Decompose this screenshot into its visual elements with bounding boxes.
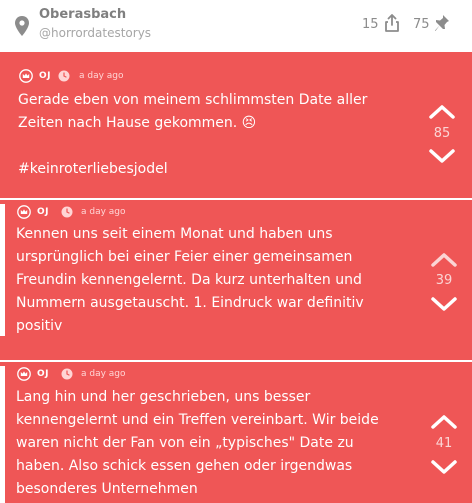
- channel-handle: @horrordatestorys: [39, 26, 152, 40]
- post-line: [18, 135, 367, 158]
- post-line: positiv: [16, 318, 63, 334]
- post-text: Kennen uns seit einem Monat und haben un…: [16, 223, 364, 338]
- post-author: OJ: [37, 369, 49, 379]
- post-line: Lang hin und her geschrieben, uns besser: [16, 389, 311, 405]
- thread-indicator-bar: [0, 366, 5, 503]
- location-pin-icon: [15, 16, 29, 36]
- post-card[interactable]: OJ a day ago Kennen uns seit einem Monat…: [0, 200, 472, 360]
- post-line: Zeiten nach Hause gekommen. 😣: [18, 115, 257, 131]
- vote-count: 41: [435, 436, 453, 451]
- post-time: a day ago: [81, 369, 126, 379]
- clock-icon: [61, 206, 73, 218]
- upvote-chevron-icon[interactable]: [430, 414, 458, 430]
- post-line: Nummern ausgetauscht. 1. Eindruck war de…: [16, 295, 364, 311]
- post-line: waren nicht der Fan von ein „typisches" …: [16, 435, 354, 451]
- clock-icon: [61, 368, 73, 380]
- post-text: Lang hin und her geschrieben, uns besser…: [16, 386, 379, 501]
- post-line: ursprünglich bei einer Feier einer gemei…: [16, 249, 353, 265]
- post-text: Gerade eben von meinem schlimmsten Date …: [18, 89, 367, 181]
- clock-icon: [58, 70, 70, 82]
- crown-avatar-icon: [17, 205, 31, 219]
- post-line: kennengelernt und ein Treffen vereinbart…: [16, 412, 379, 428]
- post-line: #keinroterliebesjodel: [18, 161, 168, 177]
- post-line: haben. Also schick essen gehen oder irge…: [16, 458, 353, 474]
- crown-avatar-icon: [17, 367, 31, 381]
- post-author: OJ: [37, 207, 49, 217]
- post-line: Freundin kennengelernt. Da kurz unterhal…: [16, 272, 362, 288]
- post-line: Kennen uns seit einem Monat und haben un…: [16, 226, 333, 242]
- post-line: Gerade eben von meinem schlimmsten Date …: [18, 92, 368, 108]
- post-time: a day ago: [81, 207, 126, 217]
- pushpin-icon[interactable]: [434, 14, 450, 32]
- share-icon[interactable]: [384, 14, 400, 32]
- post-card[interactable]: OJ a day ago Lang hin und her geschriebe…: [0, 362, 472, 503]
- crown-avatar-icon: [19, 69, 33, 83]
- vote-count: 85: [433, 126, 451, 141]
- downvote-chevron-icon[interactable]: [430, 459, 458, 475]
- post-line: besonderes Unternehmen: [16, 481, 198, 497]
- share-count: 15: [362, 17, 379, 32]
- channel-header: Oberasbach @horrordatestorys 15 75: [0, 0, 472, 50]
- thread-indicator-bar: [0, 204, 5, 336]
- upvote-chevron-icon[interactable]: [430, 252, 458, 268]
- post-author: OJ: [39, 71, 51, 81]
- post-card[interactable]: OJ a day ago Gerade eben von meinem schl…: [0, 52, 472, 198]
- channel-name[interactable]: Oberasbach: [39, 7, 126, 22]
- pin-count: 75: [413, 17, 430, 32]
- post-time: a day ago: [79, 71, 124, 81]
- upvote-chevron-icon[interactable]: [428, 104, 456, 120]
- downvote-chevron-icon[interactable]: [430, 296, 458, 312]
- downvote-chevron-icon[interactable]: [428, 148, 456, 164]
- vote-count: 39: [435, 273, 453, 288]
